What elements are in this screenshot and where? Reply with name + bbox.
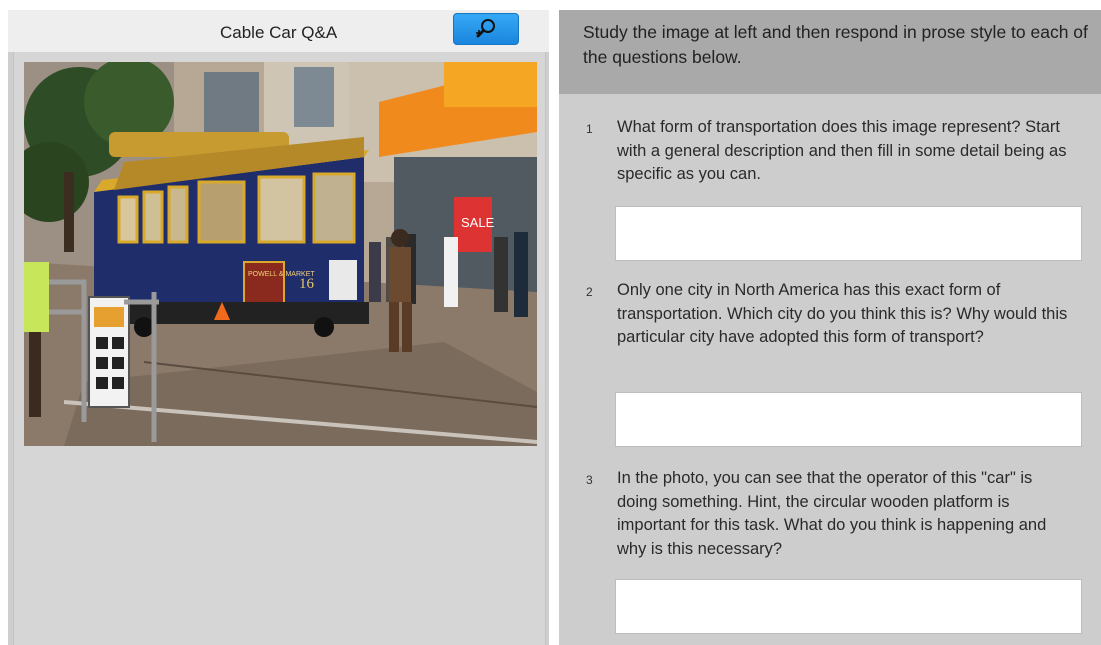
zoom-image-button[interactable]: [453, 13, 519, 45]
instructions-header: Study the image at left and then respond…: [559, 10, 1101, 94]
cable-car-photo: SALE POWELL & MARKET 16: [24, 62, 537, 446]
shop-sign: SALE: [461, 215, 495, 230]
question-text: Only one city in North America has this …: [617, 281, 1068, 346]
question-text: What form of transportation does this im…: [617, 118, 1067, 183]
question-number: 1: [586, 122, 593, 136]
panel-title: Cable Car Q&A: [220, 23, 338, 42]
image-pane-header: Cable Car Q&A: [8, 10, 549, 52]
answer-field-2[interactable]: [615, 392, 1082, 447]
question-text: In the photo, you can see that the opera…: [617, 469, 1047, 558]
magnifier-plus-icon: [476, 19, 495, 38]
car-number: 16: [299, 276, 315, 292]
question-number: 2: [586, 285, 593, 299]
instructions-text: Study the image at left and then respond…: [583, 22, 1088, 67]
answer-field-1[interactable]: [615, 206, 1082, 261]
answer-field-3[interactable]: [615, 579, 1082, 634]
questions-pane: Study the image at left and then respond…: [559, 10, 1101, 645]
image-pane: Cable Car Q&A SALE POWELL & MARKET 16: [8, 10, 549, 645]
question-number: 3: [586, 473, 593, 487]
photo-frame: SALE POWELL & MARKET 16: [13, 52, 546, 645]
